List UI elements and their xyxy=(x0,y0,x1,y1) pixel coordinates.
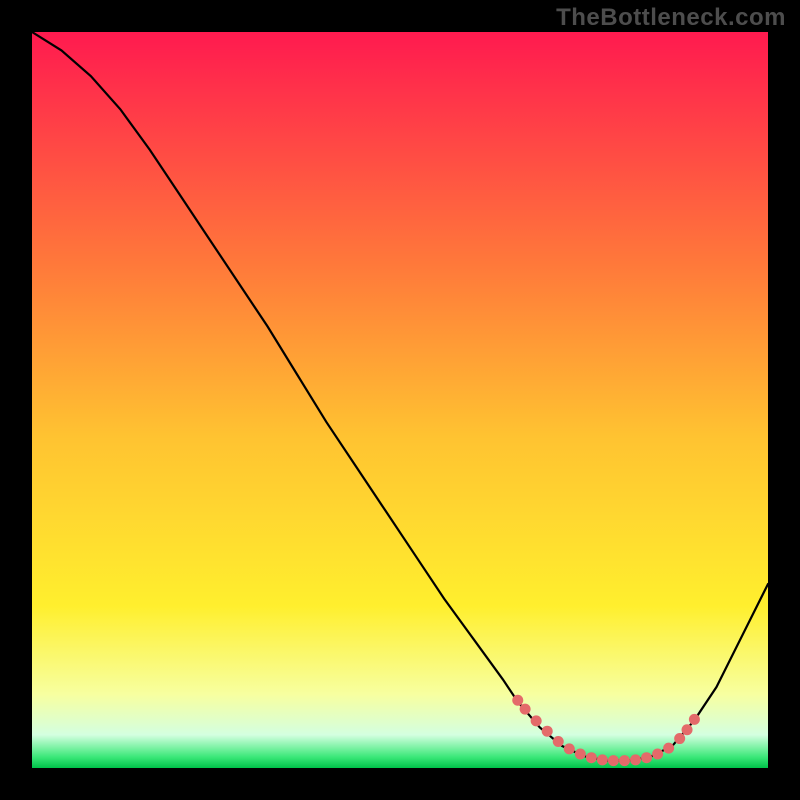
optimal-marker xyxy=(564,743,575,754)
optimal-marker xyxy=(512,695,523,706)
optimal-marker xyxy=(682,724,693,735)
optimal-marker xyxy=(663,743,674,754)
optimal-marker xyxy=(641,752,652,763)
optimal-marker xyxy=(531,715,542,726)
optimal-marker xyxy=(652,749,663,760)
optimal-marker xyxy=(597,754,608,765)
plot-area xyxy=(32,32,768,768)
watermark-text: TheBottleneck.com xyxy=(556,4,786,32)
optimal-marker xyxy=(674,733,685,744)
optimal-marker xyxy=(553,736,564,747)
optimal-marker xyxy=(520,704,531,715)
gradient-background xyxy=(32,32,768,768)
optimal-marker xyxy=(608,755,619,766)
optimal-marker xyxy=(542,726,553,737)
optimal-marker xyxy=(575,749,586,760)
optimal-marker xyxy=(689,714,700,725)
optimal-marker xyxy=(586,752,597,763)
optimal-marker xyxy=(630,754,641,765)
optimal-marker xyxy=(619,755,630,766)
chart-svg xyxy=(32,32,768,768)
chart-frame: TheBottleneck.com xyxy=(0,0,800,800)
